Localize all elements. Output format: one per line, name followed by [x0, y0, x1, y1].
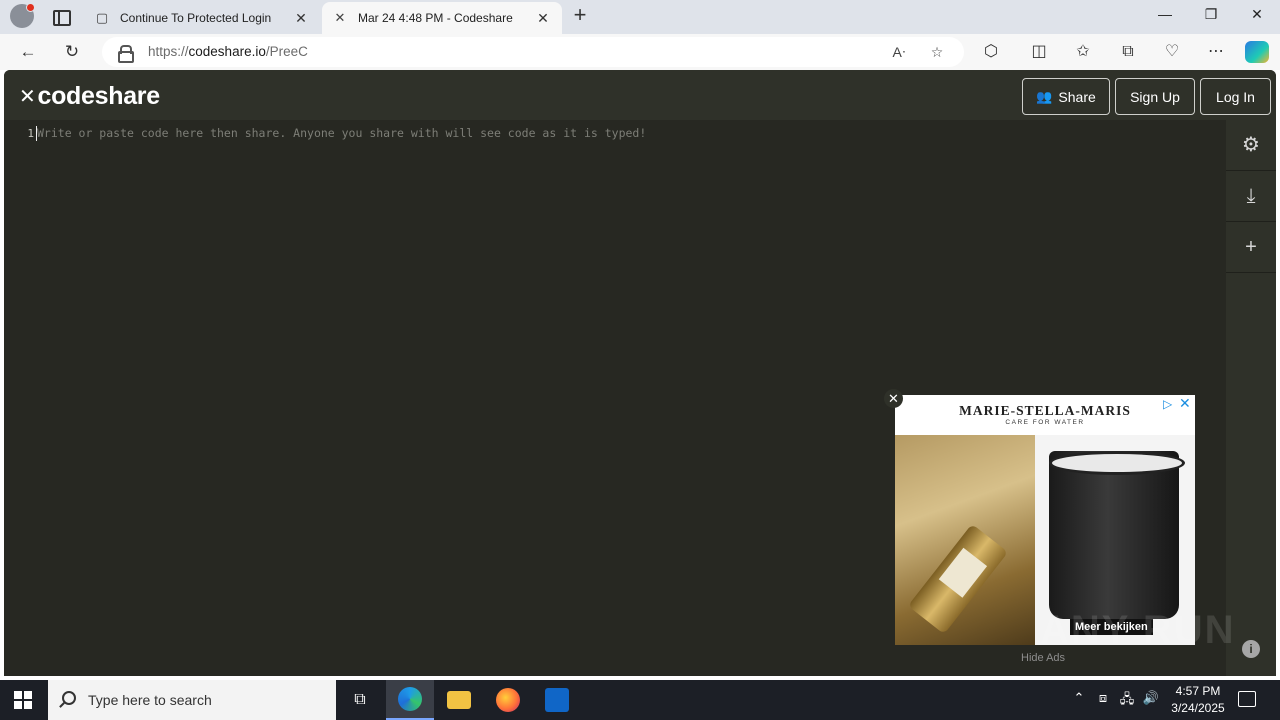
codeshare-favicon: ✕: [334, 10, 346, 25]
task-view-icon[interactable]: ⧉: [336, 680, 384, 720]
firefox-icon[interactable]: [484, 680, 532, 720]
split-screen-icon[interactable]: ◫: [1027, 41, 1051, 63]
settings-gear-icon[interactable]: ⚙: [1226, 120, 1276, 171]
copilot-icon[interactable]: [1245, 41, 1269, 63]
edge-taskbar-icon[interactable]: [386, 680, 434, 720]
bottle-shape: [907, 523, 1009, 635]
log-in-label: Log In: [1216, 88, 1255, 105]
profile-avatar-icon[interactable]: [10, 3, 35, 28]
taskbar-search-box[interactable]: Type here to search: [48, 680, 336, 720]
codeshare-page: ✕ codeshare 👥 Share Sign Up Log In 1 Wri…: [4, 70, 1276, 676]
editor-placeholder[interactable]: Write or paste code here then share. Any…: [37, 126, 646, 140]
outlook-icon[interactable]: [533, 680, 581, 720]
search-icon: [62, 691, 76, 705]
close-window-icon[interactable]: ✕: [1234, 6, 1280, 28]
share-button[interactable]: 👥 Share: [1022, 78, 1110, 115]
codeshare-logo[interactable]: ✕ codeshare: [19, 82, 160, 111]
volume-icon[interactable]: 🔊: [1140, 690, 1162, 706]
clock-time: 4:57 PM: [1175, 684, 1221, 698]
tab-actions-icon[interactable]: [50, 6, 72, 28]
ad-brand: MARIE-STELLA-MARIS: [959, 403, 1131, 418]
restore-icon[interactable]: ❐: [1188, 6, 1234, 28]
browser-essentials-icon[interactable]: ♡: [1160, 41, 1184, 63]
taskbar-clock[interactable]: 4:57 PM 3/24/2025: [1160, 683, 1236, 717]
sign-up-button[interactable]: Sign Up: [1115, 78, 1195, 115]
hide-ads-link[interactable]: Hide Ads: [1021, 652, 1065, 664]
sign-up-label: Sign Up: [1130, 88, 1180, 105]
editor-sidebar: ⚙ ⤓ + i: [1226, 120, 1276, 676]
ad-tagline: CARE FOR WATER: [1005, 419, 1085, 426]
more-menu-icon[interactable]: ⋯: [1204, 41, 1228, 63]
show-hidden-icons-chevron-icon[interactable]: ⌃: [1068, 690, 1090, 706]
tab-title: Continue To Protected Login: [120, 11, 272, 25]
users-icon: 👥: [1036, 88, 1053, 104]
browser-toolbar: ← ↻ https://codeshare.io/PreeC Aᐧ ☆ ⬡ ◫ …: [0, 34, 1280, 70]
tab-close-icon[interactable]: ✕: [534, 10, 552, 27]
download-icon[interactable]: ⤓: [1226, 171, 1276, 222]
lock-icon[interactable]: [118, 45, 134, 63]
url-text[interactable]: https://codeshare.io/PreeC: [148, 44, 308, 59]
anyrun-watermark: ANY RUN: [1040, 608, 1236, 652]
tab-title: Mar 24 4:48 PM - Codeshare: [358, 11, 513, 25]
codeshare-logo-icon: ✕: [19, 86, 36, 108]
tab-codeshare[interactable]: ✕ Mar 24 4:48 PM - Codeshare ✕: [322, 2, 562, 34]
log-in-button[interactable]: Log In: [1200, 78, 1271, 115]
tab-continue-to-protected-login[interactable]: ▢ Continue To Protected Login ✕: [84, 2, 320, 34]
logo-text: codeshare: [37, 82, 160, 110]
clock-date: 3/24/2025: [1171, 701, 1225, 715]
favorites-icon[interactable]: ✩: [1071, 41, 1095, 63]
favorite-star-icon[interactable]: ☆: [926, 42, 948, 62]
new-tab-button[interactable]: +: [570, 4, 590, 28]
network-icon[interactable]: 🖧: [1116, 690, 1138, 712]
file-explorer-icon[interactable]: [435, 680, 483, 720]
extensions-icon[interactable]: ⬡: [979, 41, 1003, 63]
device-icon[interactable]: ⧈: [1092, 690, 1114, 706]
refresh-icon[interactable]: ↻: [60, 40, 84, 64]
search-placeholder: Type here to search: [88, 692, 212, 708]
ad-product-bottle-image[interactable]: [895, 435, 1035, 645]
notifications-icon[interactable]: [1238, 691, 1256, 707]
ad-dismiss-icon[interactable]: ✕: [1179, 395, 1191, 412]
codeshare-header: ✕ codeshare 👥 Share Sign Up Log In: [4, 70, 1276, 120]
page-icon: ▢: [95, 10, 109, 25]
windows-taskbar: Type here to search ⧉ ⌃ ⧈ 🖧 🔊 4:57 PM 3/…: [0, 680, 1280, 720]
candle-shape: [1049, 451, 1185, 619]
tab-close-icon[interactable]: ✕: [292, 10, 310, 27]
read-aloud-icon[interactable]: Aᐧ: [888, 42, 910, 62]
browser-tab-strip: ▢ Continue To Protected Login ✕ ✕ Mar 24…: [0, 0, 1280, 34]
info-icon[interactable]: i: [1242, 640, 1260, 658]
adchoices-icon[interactable]: ▷: [1163, 397, 1172, 411]
add-icon[interactable]: +: [1226, 222, 1276, 273]
collections-icon[interactable]: ⧉: [1116, 41, 1140, 63]
share-label: Share: [1058, 88, 1096, 105]
windows-start-icon[interactable]: [14, 691, 32, 709]
line-number: 1: [27, 127, 34, 140]
address-bar[interactable]: https://codeshare.io/PreeC Aᐧ ☆: [102, 37, 964, 67]
minimize-icon[interactable]: —: [1142, 6, 1188, 28]
back-arrow-icon[interactable]: ←: [16, 40, 40, 64]
ad-close-icon[interactable]: ✕: [884, 389, 903, 408]
